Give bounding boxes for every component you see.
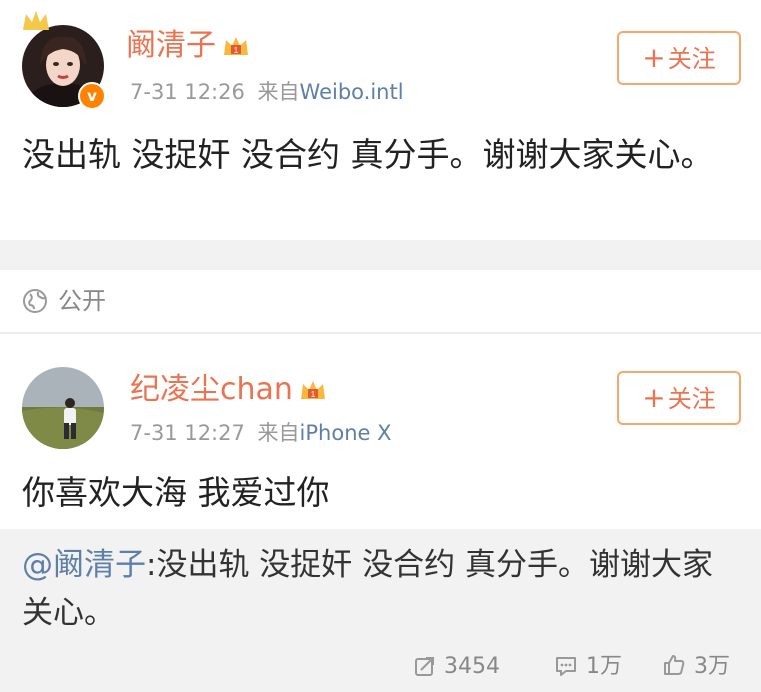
visibility-label: 公开 (58, 287, 106, 315)
vip-crown-icon: 1 (224, 37, 248, 55)
crown-icon (23, 11, 49, 30)
post-meta: 7-31 12:27 来自iPhone X (130, 419, 392, 447)
post-text: 没出轨 没捉奸 没合约 真分手。谢谢大家关心。 (22, 135, 714, 174)
post-1: v 阚清子 1 7-31 12:26 来自Weibo.intl +关注 没出轨 … (0, 0, 761, 240)
username[interactable]: 阚清子 1 (126, 26, 250, 66)
separator (0, 240, 761, 270)
like-action[interactable]: 3万 (662, 653, 730, 681)
source-prefix: 来自 (257, 80, 300, 104)
vip-crown-icon: 1 (300, 381, 325, 399)
visibility-row: 公开 (0, 270, 761, 332)
svg-text:1: 1 (311, 390, 316, 399)
follow-button[interactable]: +关注 (617, 31, 741, 85)
repost-box[interactable]: @阚清子:没出轨 没捉奸 没合约 真分手。谢谢大家关心。 3454 1万 3万 (0, 529, 761, 692)
repost-icon (415, 657, 434, 676)
source-prefix: 来自 (257, 421, 300, 445)
plus-icon: + (642, 41, 666, 74)
mention-link[interactable]: @阚清子 (22, 547, 146, 583)
comment-icon (556, 657, 576, 676)
verified-icon: v (78, 82, 106, 110)
svg-text:1: 1 (234, 46, 239, 55)
post-source[interactable]: iPhone X (300, 421, 392, 445)
post-time: 7-31 12:27 (130, 421, 245, 445)
post-text: 你喜欢大海 我爱过你 (22, 473, 330, 512)
avatar[interactable] (22, 367, 104, 449)
thumbs-up-icon (664, 655, 685, 675)
comment-action[interactable]: 1万 (554, 653, 622, 681)
post-source[interactable]: Weibo.intl (300, 80, 404, 104)
plus-icon: + (642, 381, 666, 414)
repost-action[interactable]: 3454 (414, 653, 500, 681)
username[interactable]: 纪凌尘chan 1 (130, 370, 327, 410)
post-2: 纪凌尘chan 1 7-31 12:27 来自iPhone X +关注 你喜欢大… (0, 334, 761, 529)
follow-button[interactable]: +关注 (617, 371, 741, 425)
globe-icon (23, 289, 47, 313)
post-time: 7-31 12:26 (130, 80, 245, 104)
post-meta: 7-31 12:26 来自Weibo.intl (130, 78, 404, 106)
repost-text: @阚清子:没出轨 没捉奸 没合约 真分手。谢谢大家关心。 (22, 547, 714, 631)
